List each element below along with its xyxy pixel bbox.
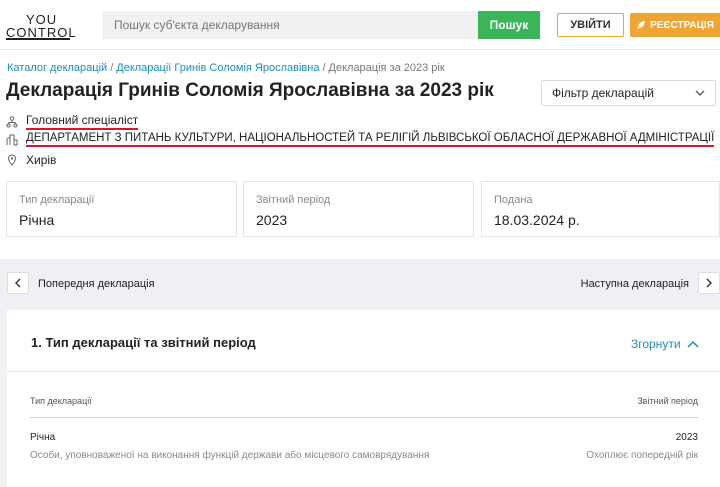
location-pin-icon bbox=[6, 154, 18, 166]
column-header-period: Звітний період bbox=[637, 396, 698, 406]
card-label: Тип декларації bbox=[19, 194, 95, 206]
filter-label: Фільтр декларацій bbox=[552, 86, 654, 100]
card-value: Річна bbox=[19, 212, 55, 228]
chevron-up-icon bbox=[687, 340, 699, 348]
submitted-date-card: Подана 18.03.2024 р. bbox=[481, 181, 720, 237]
table-header: Тип декларації Звітний період bbox=[30, 394, 698, 418]
breadcrumb-separator: / bbox=[322, 62, 326, 74]
breadcrumb-current: Декларація за 2023 рік bbox=[328, 62, 445, 74]
card-label: Звітний період bbox=[256, 194, 331, 206]
location-row: Хирів bbox=[6, 153, 56, 167]
breadcrumb-declarant[interactable]: Декларації Гринів Соломія Ярославівна bbox=[116, 62, 319, 74]
chevron-left-icon bbox=[15, 278, 21, 288]
column-header-type: Тип декларації bbox=[30, 396, 92, 406]
reporting-period-card: Звітний період 2023 bbox=[243, 181, 474, 237]
organization-text: ДЕПАРТАМЕНТ З ПИТАНЬ КУЛЬТУРИ, НАЦІОНАЛЬ… bbox=[26, 132, 715, 147]
row-type-value: Річна bbox=[30, 432, 56, 443]
table-row: Річна Особи, уповноваженої на виконання … bbox=[30, 428, 698, 468]
chevron-right-icon bbox=[706, 278, 712, 288]
collapse-label: Згорнути bbox=[631, 337, 681, 351]
chevron-down-icon bbox=[695, 90, 705, 96]
register-label: РЕЄСТРАЦІЯ bbox=[650, 19, 714, 31]
breadcrumb: Каталог декларацій / Декларації Гринів Сол… bbox=[7, 62, 445, 74]
youcontrol-logo[interactable]: YOU CONTROL bbox=[6, 12, 76, 40]
row-period-description: Охоплює попередній рік bbox=[586, 450, 698, 461]
card-label: Подана bbox=[494, 194, 533, 206]
breadcrumb-catalog[interactable]: Каталог декларацій bbox=[7, 62, 107, 74]
prev-declaration-button[interactable] bbox=[7, 272, 29, 294]
prev-declaration-link[interactable]: Попередня декларація bbox=[38, 278, 155, 290]
position-row: Головний спеціаліст bbox=[6, 113, 139, 130]
location-text: Хирів bbox=[26, 153, 57, 167]
collapse-button[interactable]: Згорнути bbox=[631, 337, 699, 351]
declaration-type-card: Тип декларації Річна bbox=[6, 181, 237, 237]
declaration-filter-select[interactable]: Фільтр декларацій bbox=[541, 80, 716, 106]
search-button[interactable]: Пошук bbox=[478, 11, 540, 39]
top-header: YOU CONTROL Пошук УВІЙТИ РЕЄСТРАЦІЯ bbox=[0, 0, 720, 50]
section-panel: 1. Тип декларації та звітний період Згор… bbox=[7, 310, 720, 487]
search-input[interactable] bbox=[102, 11, 478, 39]
card-value: 2023 bbox=[256, 212, 288, 228]
position-text: Головний спеціаліст bbox=[26, 113, 139, 130]
next-declaration-link[interactable]: Наступна декларація bbox=[581, 278, 689, 290]
row-period-value: 2023 bbox=[675, 432, 698, 443]
building-icon bbox=[6, 134, 18, 146]
breadcrumb-separator: / bbox=[110, 62, 114, 74]
divider bbox=[7, 371, 720, 372]
row-type-description: Особи, уповноваженої на виконання функці… bbox=[30, 450, 430, 461]
organization-row: ДЕПАРТАМЕНТ З ПИТАНЬ КУЛЬТУРИ, НАЦІОНАЛЬ… bbox=[6, 132, 715, 147]
next-declaration-button[interactable] bbox=[698, 272, 720, 294]
page-title: Декларація Гринів Соломія Ярославівна за… bbox=[6, 80, 494, 101]
card-value: 18.03.2024 р. bbox=[494, 212, 580, 228]
section-title: 1. Тип декларації та звітний період bbox=[31, 335, 256, 350]
logo-underline bbox=[6, 38, 70, 40]
login-button[interactable]: УВІЙТИ bbox=[557, 13, 624, 37]
rocket-icon bbox=[637, 21, 646, 29]
org-structure-icon bbox=[6, 115, 18, 128]
register-button[interactable]: РЕЄСТРАЦІЯ bbox=[630, 13, 720, 37]
